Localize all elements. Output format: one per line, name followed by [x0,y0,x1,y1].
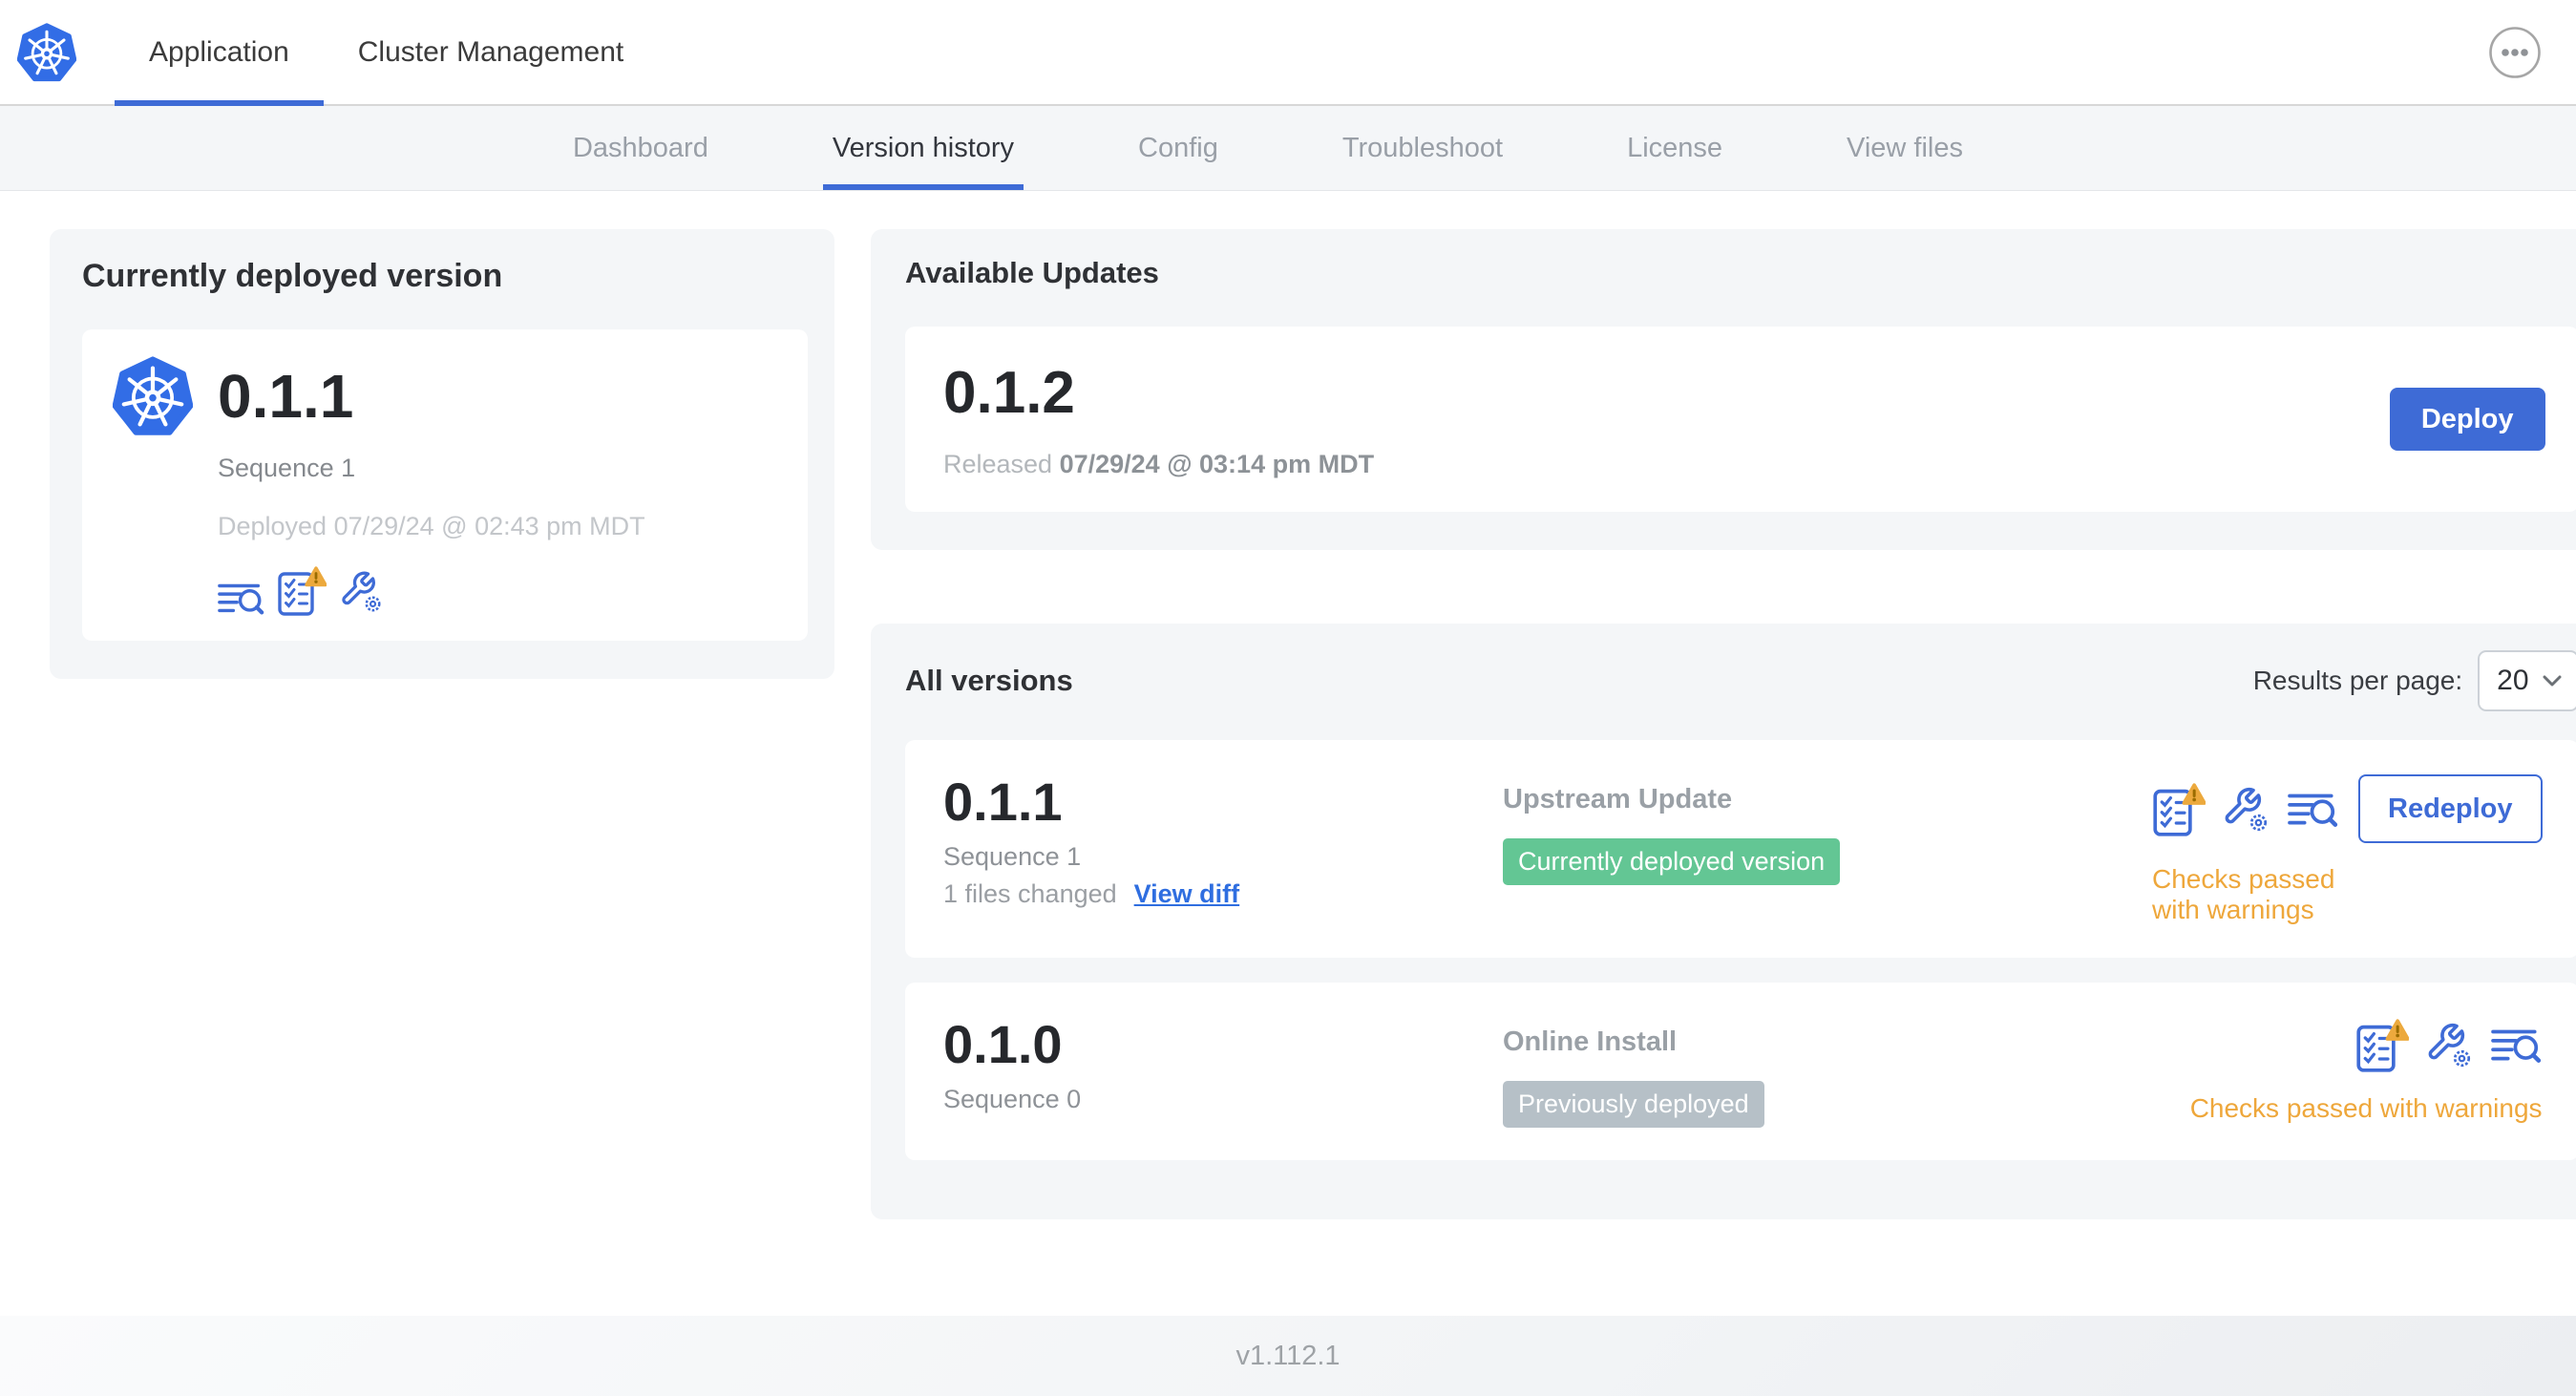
deployed-version-number: 0.1.1 [218,362,354,431]
version-source-label: Online Install [1503,1026,1678,1057]
config-wrench-icon[interactable] [338,566,386,616]
top-tabs: Application Cluster Management [115,0,658,106]
version-row-0-1-0: 0.1.0 Sequence 0 Online Install Previous… [905,983,2576,1160]
subnav-view-files[interactable]: View files [1837,106,1973,190]
available-updates-title: Available Updates [905,256,1159,289]
update-panel: 0.1.2 Released 07/29/24 @ 03:14 pm MDT D… [905,327,2576,512]
previously-deployed-badge: Previously deployed [1503,1081,1764,1128]
all-versions-title: All versions [905,664,1073,697]
results-per-page-value: 20 [2497,665,2529,696]
checks-status-text: Checks passed with warnings [2152,864,2335,924]
all-versions-card: All versions Results per page: 20 0.1.1 [871,624,2576,1219]
results-per-page-select[interactable]: 20 [2478,650,2576,711]
diff-logs-icon[interactable] [2491,1023,2543,1072]
config-wrench-icon[interactable] [2424,1017,2476,1072]
subnav-dashboard[interactable]: Dashboard [563,106,718,190]
tab-cluster-management[interactable]: Cluster Management [324,0,658,104]
main-content: Currently deployed version 0.1.1 Sequenc… [0,191,2576,1316]
deployed-sequence: Sequence 1 [218,454,356,482]
preflight-checks-warning-icon[interactable] [2355,1019,2409,1072]
deploy-button[interactable]: Deploy [2389,388,2545,451]
tab-cluster-management-label: Cluster Management [357,35,624,68]
checks-status-text: Checks passed with warnings [2189,1093,2543,1123]
row-sequence: Sequence 0 [943,1084,1082,1113]
page-footer: v1.112.1 [0,1316,2576,1396]
row-sequence: Sequence 1 [943,841,1082,871]
diff-logs-icon[interactable] [2288,787,2339,836]
view-diff-link[interactable]: View diff [1134,879,1240,909]
update-version-number: 0.1.2 [943,360,1075,426]
row-version-number: 0.1.0 [943,1014,1063,1074]
available-updates-card: Available Updates 0.1.2 Released 07/29/2… [871,229,2576,550]
preflight-checks-warning-icon[interactable] [277,566,327,616]
subnav-license[interactable]: License [1617,106,1732,190]
files-changed-text: 1 files changed [943,878,1117,908]
app-subnav: Dashboard Version history Config Trouble… [0,106,2576,191]
row-version-number: 0.1.1 [943,772,1063,832]
tab-application-label: Application [149,35,289,68]
kubernetes-logo-icon [17,23,76,82]
subnav-troubleshoot[interactable]: Troubleshoot [1333,106,1512,190]
redeploy-button[interactable]: Redeploy [2358,774,2543,843]
preflight-checks-warning-icon[interactable] [2152,783,2206,836]
released-date: 07/29/24 @ 03:14 pm MDT [1059,450,1375,478]
diff-logs-icon[interactable] [218,578,265,616]
update-released: Released 07/29/24 @ 03:14 pm MDT [943,450,1374,479]
deployed-timestamp: Deployed 07/29/24 @ 02:43 pm MDT [218,512,645,540]
kubernetes-version-icon [113,356,193,436]
results-per-page-label: Results per page: [2252,666,2463,695]
deployed-version-panel: 0.1.1 Sequence 1 Deployed 07/29/24 @ 02:… [82,329,808,641]
tab-application[interactable]: Application [115,0,324,106]
currently-deployed-badge: Currently deployed version [1503,838,1841,885]
currently-deployed-title: Currently deployed version [82,258,503,294]
app-logo [17,0,76,104]
released-prefix: Released [943,450,1053,478]
subnav-config[interactable]: Config [1129,106,1228,190]
version-row-0-1-1: 0.1.1 Sequence 1 1 files changed View di… [905,740,2576,958]
config-wrench-icon[interactable] [2221,781,2272,836]
console-version: v1.112.1 [1235,1340,1341,1371]
subnav-version-history[interactable]: Version history [822,106,1024,190]
more-menu-button[interactable] [2488,26,2542,79]
top-bar: Application Cluster Management [0,0,2576,106]
chevron-down-icon [2543,675,2562,687]
currently-deployed-card: Currently deployed version 0.1.1 Sequenc… [50,229,834,679]
version-source-label: Upstream Update [1503,784,1733,814]
